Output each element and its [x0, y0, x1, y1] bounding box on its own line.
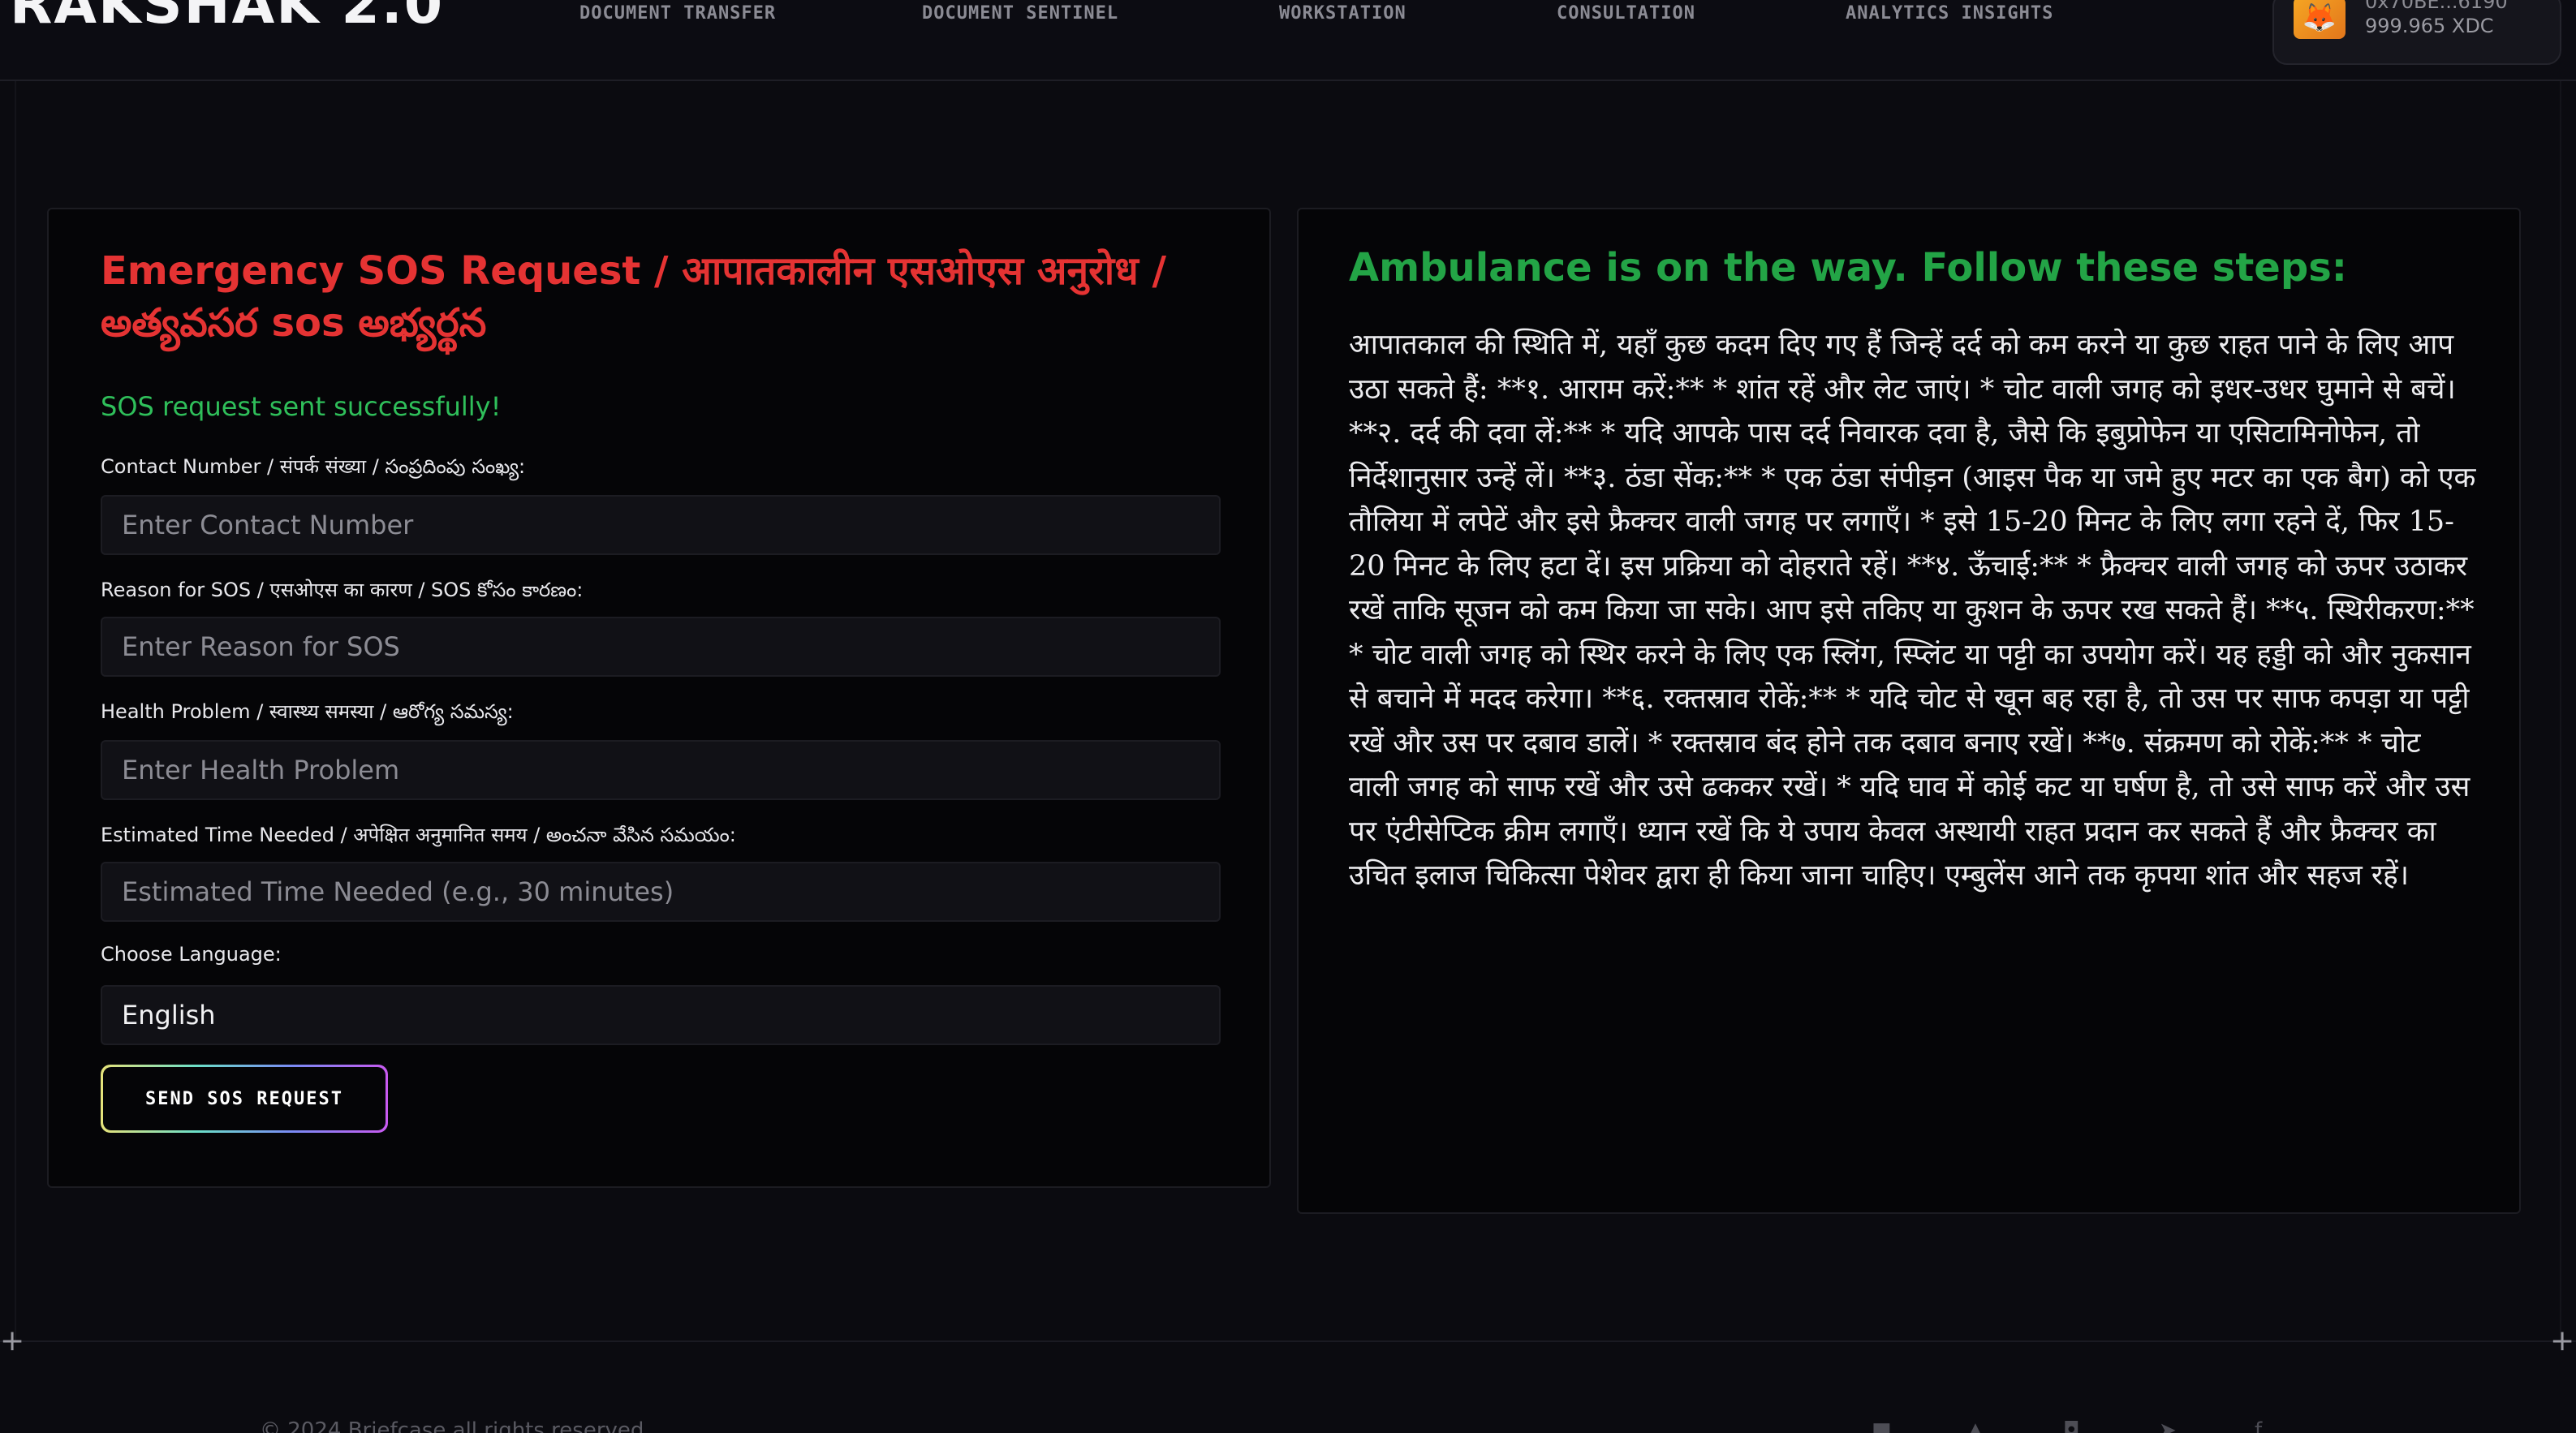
nav-analytics-insights[interactable]: ANALYTICS INSIGHTS — [1846, 3, 2053, 24]
wallet-balance: 999.965 XDC — [2365, 15, 2494, 37]
send-sos-button[interactable]: SEND SOS REQUEST — [101, 1065, 388, 1133]
telegram-icon[interactable]: ➤ — [2159, 1418, 2191, 1433]
plus-icon: + — [2550, 1324, 2575, 1358]
plus-icon: + — [0, 1324, 25, 1358]
sos-form-card: Emergency SOS Request / आपातकालीन एसओएस … — [47, 208, 1271, 1188]
facebook-icon[interactable]: f — [2255, 1418, 2287, 1433]
nav-workstation[interactable]: WORKSTATION — [1279, 3, 1406, 24]
nav-document-sentinel[interactable]: DOCUMENT SENTINEL — [922, 3, 1118, 24]
frame-line-right — [2560, 81, 2561, 1340]
wallet-widget[interactable]: 🦊 0x70BE...6190 999.965 XDC — [2272, 0, 2561, 65]
estimated-time-input[interactable]: Estimated Time Needed (e.g., 30 minutes) — [101, 862, 1221, 922]
footer-divider — [0, 1340, 2576, 1342]
brand-logo[interactable]: RAKSHAK 2.0 — [10, 0, 444, 37]
sos-success-message: SOS request sent successfully! — [101, 391, 502, 422]
top-header: RAKSHAK 2.0 DOCUMENT TRANSFER DOCUMENT S… — [0, 0, 2576, 81]
language-select[interactable]: English — [101, 985, 1221, 1045]
nav-consultation[interactable]: CONSULTATION — [1557, 3, 1695, 24]
health-problem-input[interactable]: Enter Health Problem — [101, 740, 1221, 800]
contact-label: Contact Number / संपर्क संख्या / సంప్రది… — [101, 455, 526, 478]
contact-number-input[interactable]: Enter Contact Number — [101, 495, 1221, 555]
health-problem-label: Health Problem / स्वास्थ्य समस्या / ఆరోగ… — [101, 700, 514, 723]
frame-line-left — [15, 81, 16, 1340]
ambulance-instructions-card: Ambulance is on the way. Follow these st… — [1297, 208, 2521, 1214]
twitter-icon[interactable]: ▲ — [1967, 1418, 2000, 1433]
send-sos-button-label: SEND SOS REQUEST — [103, 1067, 386, 1130]
nav-document-transfer[interactable]: DOCUMENT TRANSFER — [579, 3, 776, 24]
metamask-fox-icon: 🦊 — [2294, 0, 2346, 39]
ambulance-instructions-text: आपातकाल की स्थिति में, यहाँ कुछ कदम दिए … — [1349, 329, 2476, 892]
github-icon[interactable]: ■ — [1872, 1418, 1904, 1433]
reason-input[interactable]: Enter Reason for SOS — [101, 617, 1221, 677]
estimated-time-label: Estimated Time Needed / अपेक्षित अनुमानि… — [101, 824, 736, 846]
instagram-icon[interactable]: ◘ — [2063, 1418, 2096, 1433]
wallet-address: 0x70BE...6190 — [2365, 0, 2508, 13]
sos-form-title: Emergency SOS Request / आपातकालीन एसओएस … — [101, 248, 1166, 346]
ambulance-title: Ambulance is on the way. Follow these st… — [1349, 245, 2347, 290]
reason-label: Reason for SOS / एसओएस का कारण / SOS కోస… — [101, 579, 584, 601]
footer-copyright: © 2024 Briefcase all rights reserved — [260, 1418, 644, 1433]
language-label: Choose Language: — [101, 943, 282, 966]
